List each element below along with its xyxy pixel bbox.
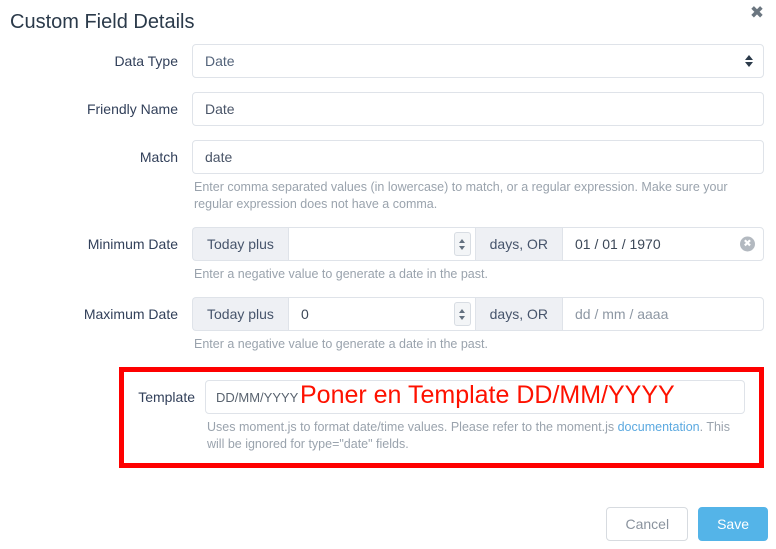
field-row-template: Template Uses moment.js to format date/t… — [132, 380, 751, 453]
page-title: Custom Field Details — [10, 11, 195, 33]
modal-body: Data Type Date Friendly Name Match Enter… — [0, 44, 776, 468]
close-icon[interactable]: ✖ — [746, 2, 768, 24]
maximum-date-help-text: Enter a negative value to generate a dat… — [194, 337, 488, 351]
minimum-date-label: Minimum Date — [87, 236, 178, 252]
minimum-date-input-group: Today plus days, OR ✖ — [192, 227, 764, 261]
minimum-date-prefix-label: Today plus — [192, 227, 288, 261]
modal-header: Custom Field Details ✖ — [0, 0, 776, 44]
field-row-match: Match Enter comma separated values (in l… — [6, 140, 770, 213]
template-highlight-box: Template Uses moment.js to format date/t… — [119, 367, 764, 468]
data-type-select-wrap: Date — [192, 44, 764, 78]
data-type-label: Data Type — [114, 53, 178, 69]
field-row-friendly-name: Friendly Name — [6, 92, 770, 126]
field-row-data-type: Data Type Date — [6, 44, 770, 78]
number-stepper-icon[interactable] — [453, 232, 471, 256]
cancel-button[interactable]: Cancel — [606, 507, 689, 541]
data-type-select[interactable]: Date — [192, 44, 764, 78]
minimum-date-days-wrap — [287, 227, 476, 261]
number-stepper-icon[interactable] — [453, 302, 471, 326]
field-row-minimum-date: Minimum Date Today plus days, OR ✖ Enter… — [6, 227, 770, 283]
minimum-date-days-input[interactable] — [287, 227, 476, 261]
match-help-text: Enter comma separated values (in lowerca… — [194, 180, 728, 211]
maximum-date-days-input[interactable] — [287, 297, 476, 331]
minimum-date-help-text: Enter a negative value to generate a dat… — [194, 267, 488, 281]
maximum-date-prefix-label: Today plus — [192, 297, 288, 331]
maximum-date-date-wrap — [562, 297, 764, 331]
maximum-date-date-input[interactable] — [562, 297, 764, 331]
clear-circle-icon[interactable]: ✖ — [740, 236, 755, 252]
match-label: Match — [139, 149, 178, 165]
minimum-date-date-input[interactable] — [562, 227, 764, 261]
modal-footer: Cancel Save — [606, 507, 768, 541]
maximum-date-suffix-label: days, OR — [475, 297, 562, 331]
match-input[interactable] — [192, 140, 764, 174]
minimum-date-suffix-label: days, OR — [475, 227, 562, 261]
save-button[interactable]: Save — [698, 507, 768, 541]
friendly-name-label: Friendly Name — [86, 101, 178, 117]
maximum-date-days-wrap — [287, 297, 476, 331]
minimum-date-date-wrap: ✖ — [562, 227, 764, 261]
template-help-before: Uses moment.js to format date/time value… — [207, 420, 618, 434]
field-row-maximum-date: Maximum Date Today plus days, OR Enter a… — [6, 297, 770, 353]
template-help-text: Uses moment.js to format date/time value… — [205, 419, 745, 453]
friendly-name-input[interactable] — [192, 92, 764, 126]
maximum-date-label: Maximum Date — [83, 306, 178, 322]
template-label: Template — [138, 389, 195, 405]
maximum-date-input-group: Today plus days, OR — [192, 297, 764, 331]
moment-documentation-link[interactable]: documentation — [618, 420, 700, 434]
template-input[interactable] — [205, 380, 745, 414]
